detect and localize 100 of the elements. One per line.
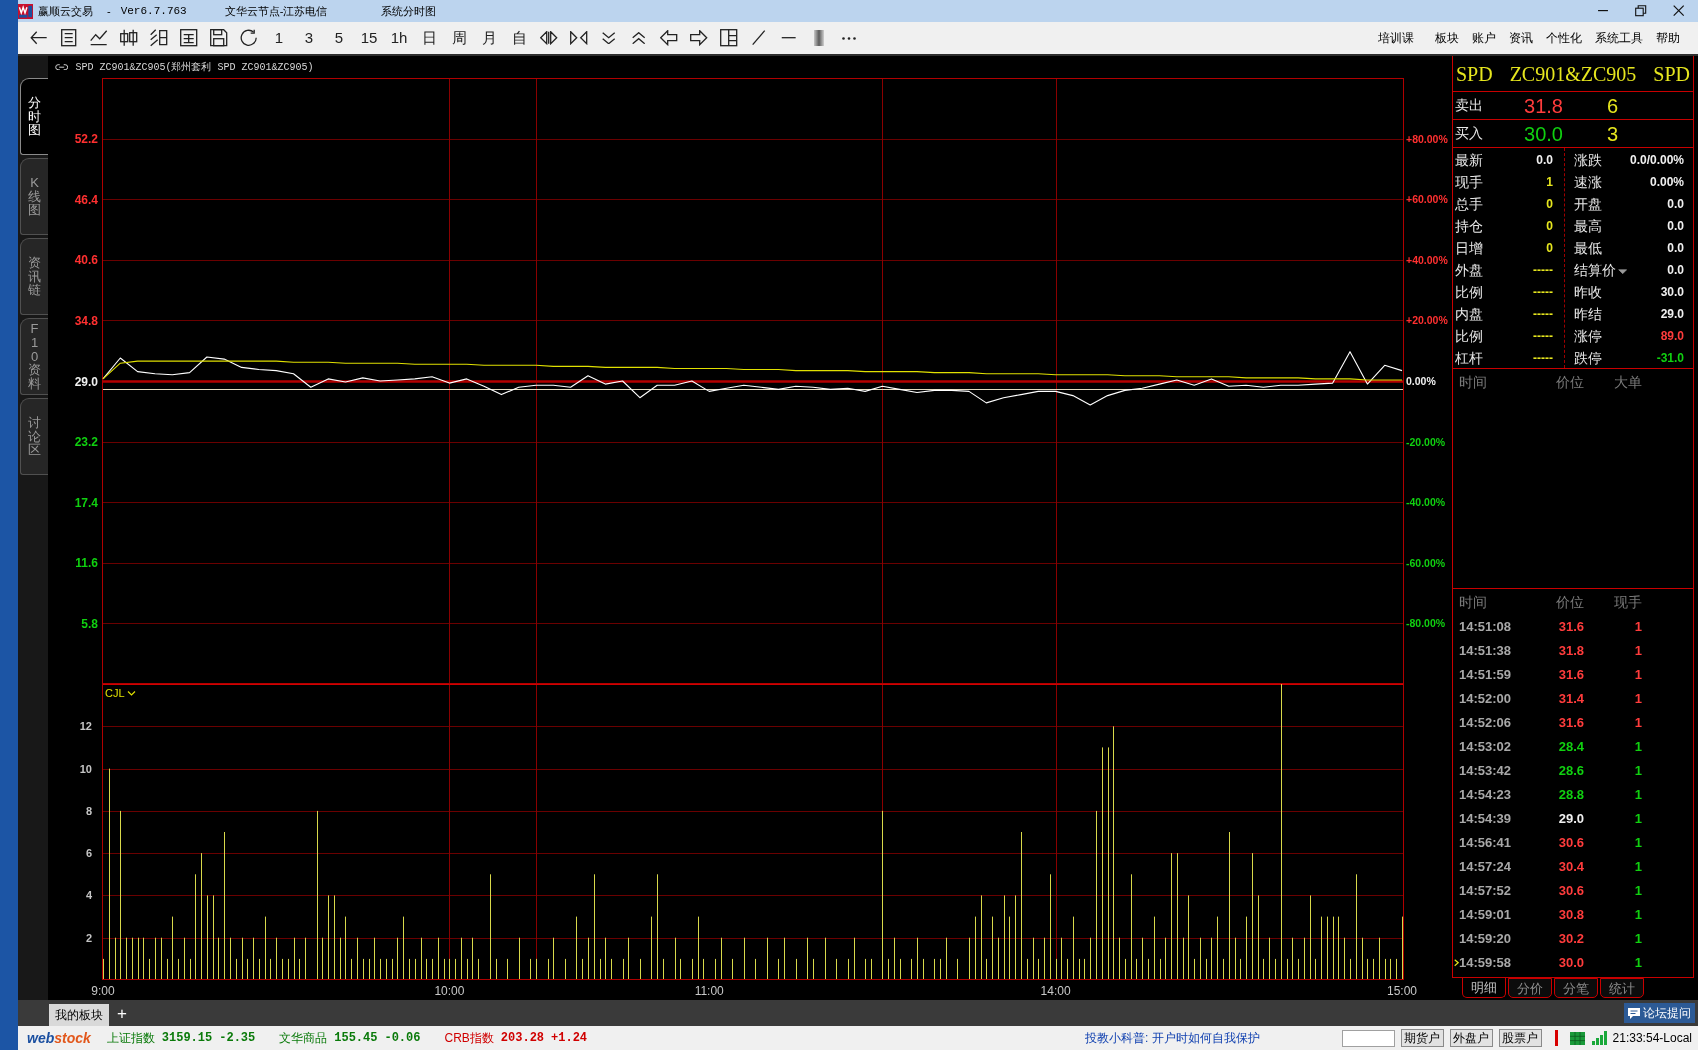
candlestick-icon[interactable] <box>120 29 138 47</box>
axis-label: 8 <box>85 804 92 817</box>
double-chevron-down-icon[interactable] <box>602 31 616 45</box>
back-icon[interactable] <box>30 31 48 45</box>
panel-tab[interactable]: 统计 <box>1600 978 1644 998</box>
index-label: 上证指数 <box>106 1030 155 1047</box>
period-button[interactable]: 1 <box>264 24 294 52</box>
stat-label: 总手 <box>1455 194 1483 214</box>
strokes-icon[interactable] <box>150 29 168 47</box>
save-icon[interactable] <box>210 29 228 47</box>
right-arrow-icon[interactable] <box>690 30 708 46</box>
trade-time: 14:59:58 <box>1459 954 1513 973</box>
menu-item[interactable]: 培训课 <box>1378 29 1414 47</box>
table-icon[interactable] <box>180 29 198 47</box>
arrows-apart-icon[interactable] <box>540 31 558 45</box>
panel-layout-icon[interactable] <box>720 29 738 47</box>
menu-item[interactable]: 板块 <box>1435 29 1459 47</box>
stat-value: 0.0 <box>1667 262 1684 279</box>
stat-label: 现手 <box>1455 172 1483 192</box>
side-tab[interactable]: F10资料 <box>20 318 48 395</box>
order-volume: 6 <box>1605 95 1618 116</box>
status-marker-icon <box>1554 1030 1558 1046</box>
caret-icon[interactable] <box>127 690 136 696</box>
more-icon[interactable] <box>842 36 856 40</box>
minimize-icon[interactable] <box>1598 10 1608 12</box>
app-name: 赢顺云交易 <box>38 3 93 19</box>
gradient-bar-icon[interactable] <box>814 30 824 46</box>
stat-value: ----- <box>1533 328 1553 345</box>
horizontal-line-icon[interactable] <box>781 37 797 39</box>
period-button[interactable]: 5 <box>324 24 354 52</box>
forum-button[interactable]: 论坛提问 <box>1624 1003 1695 1023</box>
arrows-together-icon[interactable] <box>570 31 588 45</box>
period-button[interactable]: 周 <box>444 24 474 52</box>
period-button[interactable]: 3 <box>294 24 324 52</box>
sheet-tab[interactable]: 我的板块 <box>49 1004 109 1026</box>
refresh-icon[interactable] <box>240 29 258 47</box>
stat-value: 0 <box>1546 218 1553 235</box>
trade-price: 31.8 <box>1557 642 1584 661</box>
restore-icon[interactable] <box>1635 5 1647 17</box>
stat-label: 比例 <box>1455 326 1483 346</box>
stat-label: 持仓 <box>1455 216 1483 236</box>
menu-item[interactable]: 帮助 <box>1656 29 1680 47</box>
stat-label: 内盘 <box>1455 304 1483 324</box>
indicator-label[interactable]: CJL <box>105 687 125 699</box>
axis-label: +40.00% <box>1406 253 1448 266</box>
trade-volume: 1 <box>1633 666 1642 685</box>
list-icon[interactable] <box>61 29 77 47</box>
double-chevron-up-icon[interactable] <box>632 31 646 45</box>
add-tab-button[interactable]: + <box>117 1004 127 1022</box>
stat-label: 比例 <box>1455 282 1483 302</box>
trade-price: 28.4 <box>1557 738 1584 757</box>
menu-item[interactable]: 系统工具 <box>1595 29 1643 47</box>
menu-item[interactable]: 资讯 <box>1509 29 1533 47</box>
account-button[interactable]: 期货户 <box>1400 1029 1444 1047</box>
diagonal-line-icon[interactable] <box>752 30 766 46</box>
axis-label: 6 <box>85 847 92 860</box>
stat-label: 涨跌 <box>1574 150 1602 170</box>
input-field[interactable] <box>1341 1029 1395 1047</box>
close-icon[interactable] <box>1673 5 1685 17</box>
stat-label: 最新 <box>1455 150 1483 170</box>
server-label: 文华云节点-江苏电信 <box>224 3 328 19</box>
period-button[interactable]: 自 <box>504 24 534 52</box>
line-chart-icon[interactable] <box>90 30 108 46</box>
period-button[interactable]: 1h <box>384 24 414 52</box>
trade-volume: 1 <box>1633 738 1642 757</box>
stat-value: 89.0 <box>1660 328 1684 345</box>
menu-item[interactable]: 账户 <box>1472 29 1496 47</box>
left-arrow-icon[interactable] <box>660 30 678 46</box>
panel-tab[interactable]: 明细 <box>1462 978 1506 998</box>
account-button[interactable]: 股票户 <box>1498 1029 1542 1047</box>
trade-volume: 1 <box>1633 882 1642 901</box>
stat-value: ----- <box>1533 306 1553 323</box>
side-tab[interactable]: 讨论区 <box>20 398 48 475</box>
account-button[interactable]: 外盘户 <box>1449 1029 1493 1047</box>
stat-value: ----- <box>1533 350 1553 367</box>
axis-label: 11:00 <box>694 984 724 998</box>
news-link[interactable]: 投教小科普: 开户时如何自我保护 <box>1084 1029 1260 1047</box>
axis-label: 46.4 <box>74 192 98 207</box>
panel-tab[interactable]: 分笔 <box>1554 978 1598 998</box>
period-button[interactable]: 日 <box>414 24 444 52</box>
panel-tab[interactable]: 分价 <box>1508 978 1552 998</box>
side-tab[interactable]: 分时图 <box>20 78 48 155</box>
side-tab[interactable]: 资讯链 <box>20 238 48 315</box>
side-tab[interactable]: K线图 <box>20 158 48 235</box>
column-header: 现手 <box>1613 592 1642 612</box>
stat-value: 29.0 <box>1660 306 1684 323</box>
trade-price: 30.8 <box>1557 906 1584 925</box>
dropdown-icon[interactable] <box>1618 268 1628 275</box>
stat-value: 0.0 <box>1536 152 1553 169</box>
trade-time: 14:57:52 <box>1459 882 1513 901</box>
axis-label: 17.4 <box>74 495 98 510</box>
axis-label: 10:00 <box>434 984 465 998</box>
menu-item[interactable]: 个性化 <box>1546 29 1582 47</box>
trade-volume: 1 <box>1633 834 1642 853</box>
period-button[interactable]: 15 <box>354 24 384 52</box>
stat-value: 0.0 <box>1667 218 1684 235</box>
period-button[interactable]: 月 <box>474 24 504 52</box>
axis-label: 9:00 <box>91 984 115 998</box>
version-label: Ver6.7.763 <box>120 3 187 19</box>
trade-volume: 1 <box>1633 786 1642 805</box>
